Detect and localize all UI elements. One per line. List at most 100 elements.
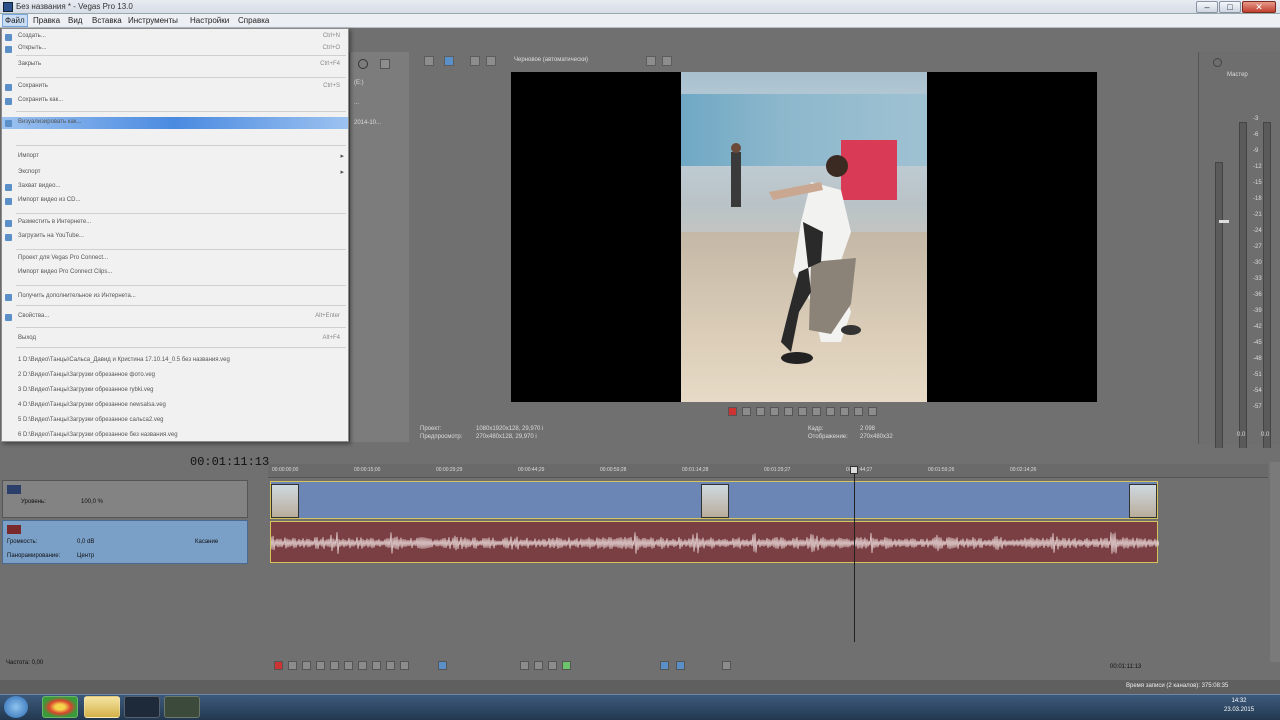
stop-button[interactable]	[344, 661, 353, 670]
loop-button[interactable]	[288, 661, 297, 670]
master-fader[interactable]	[1219, 220, 1229, 223]
file-menu-item[interactable]: Свойства... Alt+Enter	[2, 311, 348, 323]
time-ruler[interactable]: 00:00:00;00 00:00:15;00 00:00:29;29 00:00:4…	[268, 464, 1268, 478]
playhead-cursor[interactable]	[854, 466, 855, 642]
file-menu-item[interactable]: Импорт ▸	[2, 151, 348, 163]
explorer-item[interactable]: ...	[354, 100, 359, 106]
next-frame-button[interactable]	[854, 407, 863, 416]
cut-icon[interactable]	[520, 661, 529, 670]
split-screen-icon[interactable]	[470, 56, 480, 66]
go-to-start-button[interactable]	[358, 661, 367, 670]
explorer-views-icon[interactable]	[380, 59, 390, 69]
timecode-display: 00:01:11:13	[190, 455, 270, 469]
touch-mode[interactable]: Касание	[195, 539, 218, 545]
audio-track-header[interactable]: Громкость: 0,0 dB Касание Панорамировани…	[2, 520, 248, 564]
record-button[interactable]	[274, 661, 283, 670]
save-snapshot-icon[interactable]	[662, 56, 672, 66]
video-track-header[interactable]: Уровень: 100,0 %	[2, 480, 248, 518]
explorer-item[interactable]: (E:)	[354, 80, 364, 86]
video-level-value[interactable]: 100,0 %	[81, 499, 103, 505]
file-menu-item[interactable]: Получить дополнительное из Интернета...	[2, 291, 348, 303]
close-button[interactable]: ✕	[1242, 1, 1276, 13]
pause-button[interactable]	[784, 407, 793, 416]
loop-button[interactable]	[742, 407, 751, 416]
search-icon[interactable]	[358, 59, 368, 69]
start-button[interactable]	[4, 696, 28, 718]
audio-clip[interactable]	[270, 521, 1159, 563]
master-properties-icon[interactable]	[1213, 58, 1222, 67]
slow-motion-button[interactable]	[868, 407, 877, 416]
save-as-icon	[5, 98, 12, 105]
play-button[interactable]	[770, 407, 779, 416]
meter-scale-label: -30	[1253, 260, 1262, 266]
explorer-taskbar-icon[interactable]	[84, 696, 120, 718]
play-button[interactable]	[316, 661, 325, 670]
play-from-start-button[interactable]	[756, 407, 765, 416]
playhead-handle[interactable]	[850, 466, 858, 474]
menu-tools[interactable]: Инструменты	[128, 16, 178, 25]
file-menu-item[interactable]: Открыть... Ctrl+O	[2, 43, 348, 55]
external-monitor-icon[interactable]	[444, 56, 454, 66]
file-menu-item[interactable]: Импорт видео из CD...	[2, 195, 348, 207]
paste-icon[interactable]	[548, 661, 557, 670]
app-taskbar-icon[interactable]	[164, 696, 200, 718]
minimize-button[interactable]: –	[1196, 1, 1218, 13]
file-menu-item[interactable]: Проект для Vegas Pro Connect...	[2, 253, 348, 265]
file-menu-item[interactable]: Закрыть Ctrl+F4	[2, 59, 348, 71]
file-menu-item[interactable]: Экспорт ▸	[2, 167, 348, 179]
stop-button[interactable]	[798, 407, 807, 416]
preview-quality-select[interactable]: Черновое (автоматически)	[514, 57, 588, 63]
play-from-start-button[interactable]	[302, 661, 311, 670]
file-menu-item[interactable]: Создать... Ctrl+N	[2, 31, 348, 43]
chrome-taskbar-icon[interactable]	[42, 696, 78, 718]
file-menu-item[interactable]: Визуализировать как...	[2, 117, 348, 129]
clock-date: 23.03.2015	[1224, 707, 1255, 713]
file-menu-item[interactable]: Разместить в Интернете...	[2, 217, 348, 229]
recent-project-item[interactable]: 1 D:\Видео\Танцы\Сальса_Давид и Кристина…	[2, 355, 348, 367]
ruler-tick-label: 00:00:15;00	[354, 467, 381, 473]
explorer-item[interactable]: 2014-10...	[354, 120, 381, 126]
file-menu-item[interactable]: Сохранить как...	[2, 95, 348, 107]
next-frame-button[interactable]	[400, 661, 409, 670]
menu-view[interactable]: Вид	[68, 16, 82, 25]
prev-frame-button[interactable]	[840, 407, 849, 416]
split-icon[interactable]	[562, 661, 571, 670]
file-menu-item[interactable]: Сохранить Ctrl+S	[2, 81, 348, 93]
meter-scale-label: -51	[1253, 372, 1262, 378]
auto-ripple-icon[interactable]	[676, 661, 685, 670]
record-button[interactable]	[728, 407, 737, 416]
recent-project-item[interactable]: 3 D:\Видео\Танцы\Загрузки обрезанное ryb…	[2, 385, 348, 397]
maximize-button[interactable]: □	[1219, 1, 1241, 13]
recent-project-item[interactable]: 4 D:\Видео\Танцы\Загрузки обрезанное new…	[2, 400, 348, 412]
prev-frame-button[interactable]	[386, 661, 395, 670]
go-to-end-button[interactable]	[826, 407, 835, 416]
preview-properties-icon[interactable]	[424, 56, 434, 66]
file-menu-item[interactable]: Захват видео...	[2, 181, 348, 193]
video-clip[interactable]	[270, 481, 1158, 519]
go-to-end-button[interactable]	[372, 661, 381, 670]
file-menu-item[interactable]: Импорт видео Pro Connect Clips...	[2, 267, 348, 279]
overlay-icon[interactable]	[486, 56, 496, 66]
copy-snapshot-icon[interactable]	[646, 56, 656, 66]
pause-button[interactable]	[330, 661, 339, 670]
menu-help[interactable]: Справка	[238, 16, 269, 25]
timeline-vertical-scrollbar[interactable]	[1270, 462, 1280, 662]
lock-envelopes-icon[interactable]	[722, 661, 731, 670]
audio-pan-value[interactable]: Центр	[77, 553, 94, 559]
normal-edit-tool-icon[interactable]	[438, 661, 447, 670]
copy-icon[interactable]	[534, 661, 543, 670]
menu-options[interactable]: Настройки	[190, 16, 229, 25]
audio-volume-value[interactable]: 0,0 dB	[77, 539, 94, 545]
snapping-icon[interactable]	[660, 661, 669, 670]
file-menu-item[interactable]: Загрузить на YouTube...	[2, 231, 348, 243]
menu-edit[interactable]: Правка	[33, 16, 60, 25]
recent-project-item[interactable]: 5 D:\Видео\Танцы\Загрузки обрезанное сал…	[2, 415, 348, 427]
recent-project-item[interactable]: 2 D:\Видео\Танцы\Загрузки обрезанное фот…	[2, 370, 348, 382]
recent-project-item[interactable]: 6 D:\Видео\Танцы\Загрузки обрезанное без…	[2, 430, 348, 442]
menu-insert[interactable]: Вставка	[92, 16, 122, 25]
go-to-start-button[interactable]	[812, 407, 821, 416]
menu-file[interactable]: Файл	[2, 14, 28, 27]
vegas-taskbar-icon[interactable]	[124, 696, 160, 718]
file-menu-item[interactable]: Выход Alt+F4	[2, 333, 348, 345]
ruler-tick-label: 00:00:00;00	[272, 467, 299, 473]
